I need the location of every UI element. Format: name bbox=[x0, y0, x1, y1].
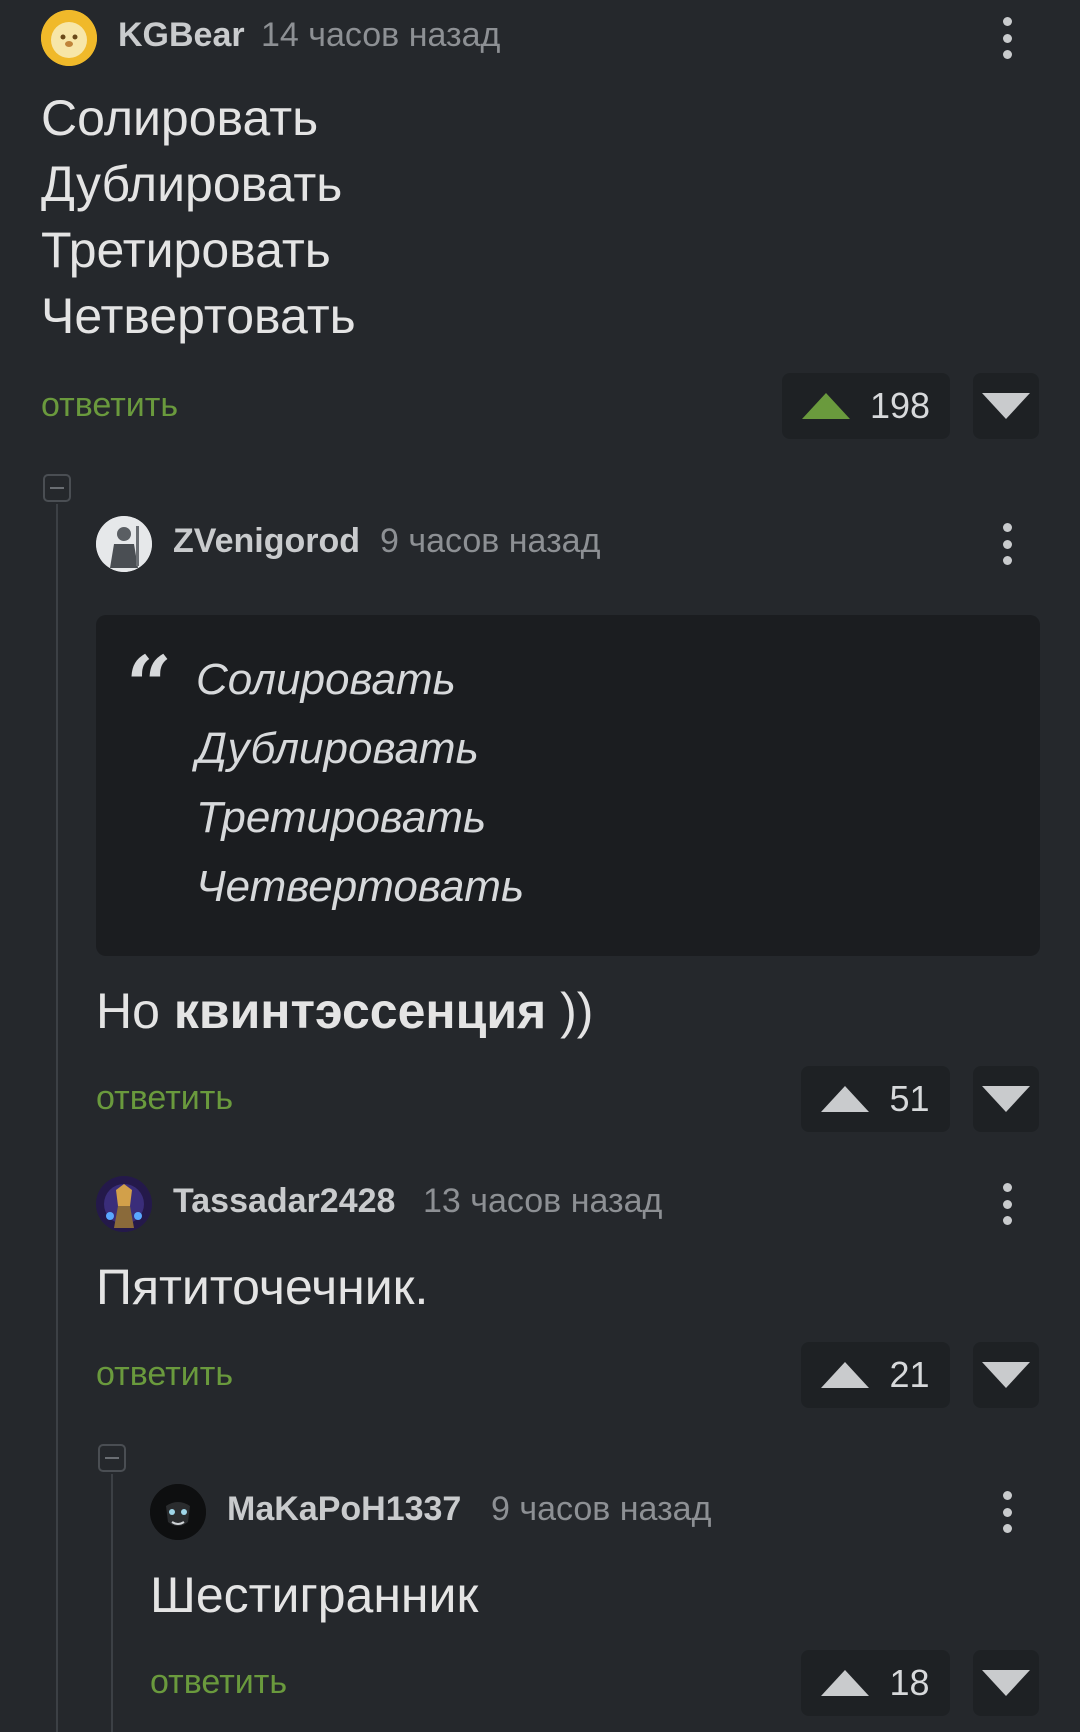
quote-line: Солировать bbox=[196, 655, 456, 704]
more-options-icon[interactable] bbox=[992, 519, 1022, 569]
collapse-thread-icon[interactable] bbox=[43, 474, 71, 502]
author-name[interactable]: Tassadar2428 bbox=[173, 1182, 395, 1221]
quote-line: Третировать bbox=[196, 793, 487, 842]
comment-time: 13 часов назад bbox=[423, 1182, 663, 1220]
comment-text: Шестигранник bbox=[150, 1567, 479, 1623]
comment-time: 9 часов назад bbox=[491, 1490, 712, 1528]
upvote-button[interactable]: 51 bbox=[801, 1066, 950, 1132]
upvote-button[interactable]: 198 bbox=[782, 373, 950, 439]
upvote-button[interactable]: 21 bbox=[801, 1342, 950, 1408]
reply-link[interactable]: ответить bbox=[150, 1663, 287, 1702]
comment-line: Четвертовать bbox=[41, 288, 356, 344]
downvote-button[interactable] bbox=[973, 1650, 1039, 1716]
comment-text-bold: квинтэссенция bbox=[173, 983, 547, 1039]
more-options-icon[interactable] bbox=[992, 1179, 1022, 1229]
upvote-arrow-icon bbox=[821, 1670, 870, 1696]
author-name[interactable]: KGBear bbox=[118, 16, 245, 55]
upvote-arrow-icon bbox=[801, 393, 850, 419]
comment-time: 14 часов назад bbox=[261, 16, 501, 54]
comment-text-suffix: )) bbox=[546, 983, 594, 1039]
quote-icon: “ bbox=[126, 638, 173, 732]
knight-avatar-icon bbox=[96, 516, 152, 572]
rating-count: 21 bbox=[889, 1354, 930, 1395]
avatar[interactable] bbox=[41, 10, 97, 66]
comment-text: Пятиточечник. bbox=[96, 1259, 429, 1315]
comment-text: Но квинтэссенция )) bbox=[96, 978, 593, 1044]
avatar[interactable] bbox=[96, 1176, 152, 1232]
comment-text-prefix: Но bbox=[96, 983, 174, 1039]
reply-link[interactable]: ответить bbox=[96, 1355, 233, 1394]
rating-count: 198 bbox=[869, 385, 931, 426]
comment-line: Третировать bbox=[41, 222, 331, 278]
author-name[interactable]: MaKaPoH1337 bbox=[227, 1490, 461, 1529]
mask-avatar-icon bbox=[150, 1484, 206, 1540]
reply-link[interactable]: ответить bbox=[96, 1079, 233, 1118]
bear-avatar-icon bbox=[41, 10, 97, 66]
downvote-button[interactable] bbox=[973, 1066, 1039, 1132]
rating-count: 18 bbox=[889, 1662, 930, 1703]
upvote-arrow-icon bbox=[821, 1362, 870, 1388]
downvote-arrow-icon bbox=[982, 1670, 1030, 1696]
quote-line: Дублировать bbox=[196, 724, 479, 773]
collapse-thread-icon[interactable] bbox=[98, 1444, 126, 1472]
more-options-icon[interactable] bbox=[992, 13, 1022, 63]
thread-line bbox=[56, 504, 58, 1732]
downvote-arrow-icon bbox=[982, 1086, 1030, 1112]
downvote-button[interactable] bbox=[973, 1342, 1039, 1408]
downvote-arrow-icon bbox=[982, 1362, 1030, 1388]
reply-link[interactable]: ответить bbox=[41, 386, 178, 425]
more-options-icon[interactable] bbox=[992, 1487, 1022, 1537]
thread-line bbox=[111, 1474, 113, 1732]
avatar[interactable] bbox=[96, 516, 152, 572]
rating-count: 51 bbox=[889, 1078, 930, 1119]
avatar[interactable] bbox=[150, 1484, 206, 1540]
comment-time: 9 часов назад bbox=[380, 522, 601, 560]
comment-line: Дублировать bbox=[41, 156, 343, 212]
comment-line: Солировать bbox=[41, 90, 319, 146]
quote-block: “ Солировать Дублировать Третировать Чет… bbox=[96, 615, 1040, 956]
downvote-arrow-icon bbox=[982, 393, 1030, 419]
upvote-button[interactable]: 18 bbox=[801, 1650, 950, 1716]
quote-line: Четвертовать bbox=[196, 862, 525, 911]
downvote-button[interactable] bbox=[973, 373, 1039, 439]
author-name[interactable]: ZVenigorod bbox=[173, 522, 360, 561]
warrior-avatar-icon bbox=[96, 1176, 152, 1232]
upvote-arrow-icon bbox=[821, 1086, 870, 1112]
